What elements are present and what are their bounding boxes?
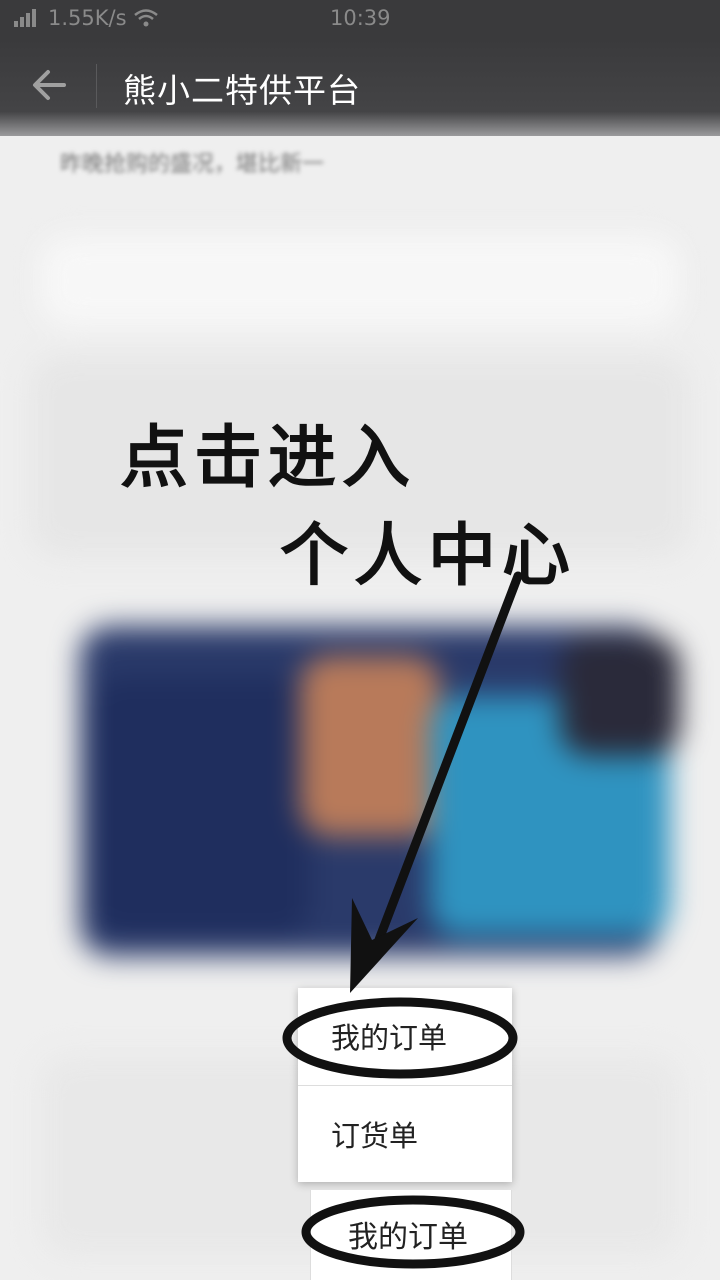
annotation-circle-tab [301,1195,525,1269]
annotation-overlay [282,571,525,1269]
annotation-arrow-shaft [367,571,523,963]
annotation-circle-menu [282,997,518,1079]
annotation-arrow-head [350,898,418,993]
